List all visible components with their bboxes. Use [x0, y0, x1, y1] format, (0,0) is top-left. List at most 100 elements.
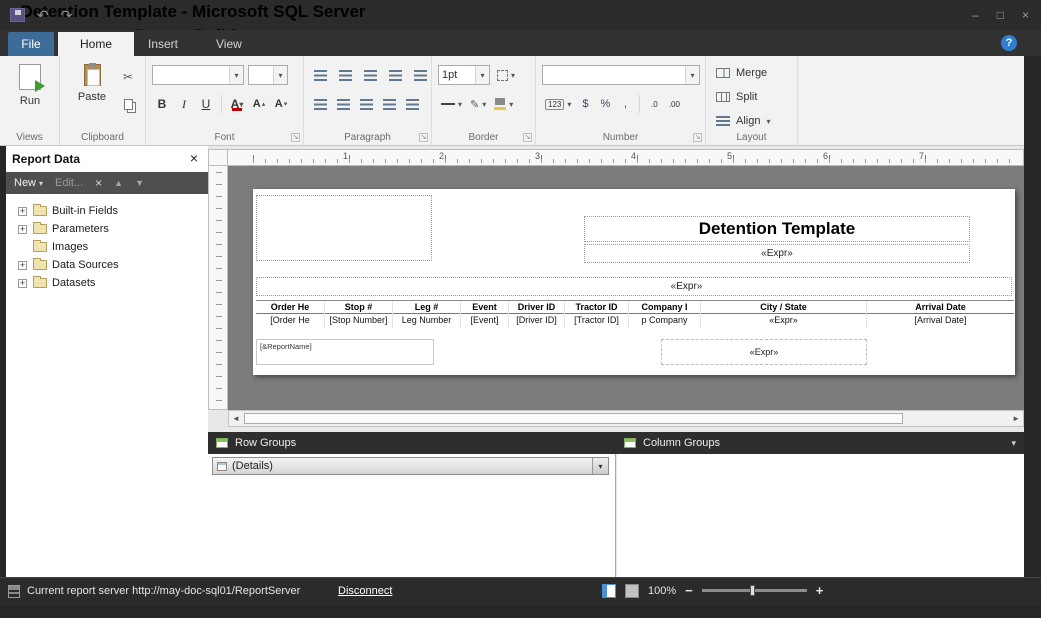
- zoom-out-button[interactable]: −: [685, 583, 693, 598]
- decrease-decimal-button[interactable]: .00: [665, 94, 683, 114]
- expr-textbox-2[interactable]: «Expr»: [256, 277, 1012, 296]
- font-color-button[interactable]: A▾: [227, 94, 247, 114]
- tree-item-datasets[interactable]: + Datasets: [6, 274, 208, 292]
- column-header[interactable]: Event: [461, 301, 508, 314]
- footer-expr-textbox[interactable]: «Expr»: [661, 339, 867, 365]
- details-group-dropdown[interactable]: (Details) ▾: [212, 457, 609, 475]
- run-button[interactable]: Run: [10, 64, 50, 107]
- valign-top-button[interactable]: [310, 65, 331, 85]
- report-title-textbox[interactable]: Detention Template: [584, 216, 970, 242]
- table-column[interactable]: Driver ID [Driver ID]: [508, 301, 564, 328]
- increase-decimal-button[interactable]: .0: [645, 94, 663, 114]
- split-button[interactable]: Split: [716, 87, 757, 107]
- scroll-left-icon[interactable]: ◄: [232, 414, 240, 423]
- tree-item-built-in-fields[interactable]: + Built-in Fields: [6, 202, 208, 220]
- move-up-button[interactable]: ▲: [114, 178, 123, 188]
- grow-font-button[interactable]: A▴: [249, 94, 269, 114]
- cut-button[interactable]: ✂: [118, 68, 138, 86]
- design-canvas[interactable]: Detention Template «Expr» «Expr» Order H…: [228, 166, 1024, 410]
- report-page[interactable]: Detention Template «Expr» «Expr» Order H…: [253, 189, 1015, 375]
- column-header[interactable]: Driver ID: [509, 301, 564, 314]
- column-header[interactable]: Leg #: [393, 301, 460, 314]
- column-cell[interactable]: [Order He: [256, 314, 324, 328]
- chevron-down-icon[interactable]: ▾: [1011, 438, 1016, 449]
- maximize-button[interactable]: □: [997, 8, 1004, 22]
- horizontal-scrollbar[interactable]: ◄ ►: [228, 410, 1024, 427]
- expr-textbox-1[interactable]: «Expr»: [584, 244, 970, 263]
- column-cell[interactable]: [Event]: [461, 314, 508, 328]
- expand-icon[interactable]: +: [18, 261, 27, 270]
- comma-format-button[interactable]: ,: [616, 94, 634, 114]
- design-view-icon[interactable]: [602, 584, 616, 598]
- align-button[interactable]: Align ▾: [716, 111, 770, 131]
- zoom-slider[interactable]: [702, 589, 807, 592]
- move-down-button[interactable]: ▼: [135, 178, 144, 188]
- font-name-select[interactable]: ▾: [152, 65, 244, 85]
- border-style-button[interactable]: ▾: [438, 94, 465, 114]
- valign-bottom-button[interactable]: [360, 65, 381, 85]
- borders-button[interactable]: ▾: [494, 65, 518, 85]
- delete-button[interactable]: ×: [95, 176, 102, 190]
- column-cell[interactable]: [Arrival Date]: [867, 314, 1014, 328]
- save-icon[interactable]: [10, 8, 25, 22]
- numbered-list-button[interactable]: [402, 94, 423, 114]
- percent-format-button[interactable]: %: [596, 94, 614, 114]
- align-left-button[interactable]: [310, 94, 331, 114]
- number-format-select[interactable]: ▾: [542, 65, 700, 85]
- scroll-right-icon[interactable]: ►: [1012, 414, 1020, 423]
- column-cell[interactable]: p Company: [629, 314, 700, 328]
- bullet-list-button[interactable]: [379, 94, 400, 114]
- column-header[interactable]: Stop #: [325, 301, 392, 314]
- valign-center-button[interactable]: [335, 65, 356, 85]
- table-column[interactable]: Event [Event]: [460, 301, 508, 328]
- border-color-button[interactable]: ✎▾: [467, 94, 489, 114]
- table-column[interactable]: Arrival Date [Arrival Date]: [866, 301, 1014, 328]
- disconnect-link[interactable]: Disconnect: [338, 585, 392, 597]
- run-view-icon[interactable]: [625, 584, 639, 598]
- tab-home[interactable]: Home: [58, 32, 134, 56]
- column-header[interactable]: Tractor ID: [565, 301, 628, 314]
- close-button[interactable]: ×: [1022, 8, 1029, 22]
- column-header[interactable]: Order He: [256, 301, 324, 314]
- new-button[interactable]: New▾: [14, 177, 43, 189]
- redo-icon[interactable]: ↷: [61, 0, 73, 30]
- zoom-in-button[interactable]: +: [816, 583, 824, 598]
- table-column[interactable]: Tractor ID [Tractor ID]: [564, 301, 628, 328]
- underline-button[interactable]: U: [196, 94, 216, 114]
- indent-increase-button[interactable]: [410, 65, 431, 85]
- file-tab[interactable]: File: [8, 32, 54, 56]
- expand-icon[interactable]: +: [18, 279, 27, 288]
- paste-button[interactable]: Paste: [74, 64, 110, 103]
- column-cell[interactable]: [Driver ID]: [509, 314, 564, 328]
- report-table[interactable]: Order He [Order He Stop # [Stop Number] …: [256, 300, 1014, 328]
- indent-decrease-button[interactable]: [385, 65, 406, 85]
- align-right-button[interactable]: [356, 94, 377, 114]
- edit-button[interactable]: Edit...: [55, 177, 83, 189]
- column-cell[interactable]: [Stop Number]: [325, 314, 392, 328]
- empty-textbox[interactable]: [256, 195, 432, 261]
- column-header[interactable]: Arrival Date: [867, 301, 1014, 314]
- column-header[interactable]: City / State: [701, 301, 866, 314]
- table-column[interactable]: Company I p Company: [628, 301, 700, 328]
- shrink-font-button[interactable]: A▾: [271, 94, 291, 114]
- tab-view[interactable]: View: [194, 32, 264, 56]
- panel-close-icon[interactable]: ×: [190, 150, 198, 166]
- table-column[interactable]: Order He [Order He: [256, 301, 324, 328]
- expand-icon[interactable]: +: [18, 225, 27, 234]
- footer-reportname-textbox[interactable]: [&ReportName]: [256, 339, 434, 365]
- tree-item-images[interactable]: + Images: [6, 238, 208, 256]
- font-size-select[interactable]: ▾: [248, 65, 288, 85]
- table-column[interactable]: City / State «Expr»: [700, 301, 866, 328]
- border-width-select[interactable]: 1pt▾: [438, 65, 490, 85]
- minimize-button[interactable]: –: [972, 8, 979, 22]
- undo-icon[interactable]: ↶: [37, 0, 49, 30]
- column-cell[interactable]: [Tractor ID]: [565, 314, 628, 328]
- column-cell[interactable]: «Expr»: [701, 314, 866, 328]
- fill-color-button[interactable]: ▾: [491, 94, 516, 114]
- column-header[interactable]: Company I: [629, 301, 700, 314]
- tree-item-parameters[interactable]: + Parameters: [6, 220, 208, 238]
- column-cell[interactable]: Leg Number: [393, 314, 460, 328]
- zoom-slider-thumb[interactable]: [750, 585, 755, 596]
- help-icon[interactable]: ?: [1001, 35, 1017, 51]
- table-column[interactable]: Stop # [Stop Number]: [324, 301, 392, 328]
